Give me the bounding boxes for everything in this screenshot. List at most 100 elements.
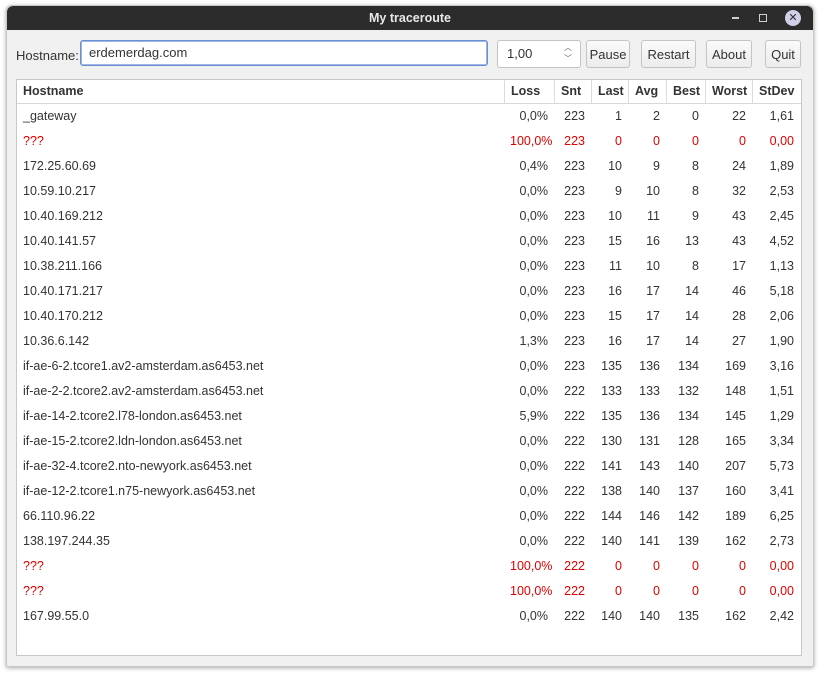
table-row[interactable]: 10.40.171.217 0,0% 223 16 17 14 46 5,18 (17, 279, 801, 304)
table-row[interactable]: if-ae-2-2.tcore2.av2-amsterdam.as6453.ne… (17, 379, 801, 404)
table-row[interactable]: 10.40.169.212 0,0% 223 10 11 9 43 2,45 (17, 204, 801, 229)
table-row[interactable]: _gateway 0,0% 223 1 2 0 22 1,61 (17, 104, 801, 129)
cell-stdev: 6,25 (769, 509, 794, 523)
cell-host: 10.38.211.166 (23, 259, 103, 273)
table-row[interactable]: if-ae-32-4.tcore2.nto-newyork.as6453.net… (17, 454, 801, 479)
cell-last: 16 (608, 334, 622, 348)
cell-stdev: 1,90 (769, 334, 794, 348)
minimize-icon (731, 17, 739, 19)
table-row[interactable]: ??? 100,0% 223 0 0 0 0 0,00 (17, 129, 801, 154)
cell-best: 0 (692, 109, 699, 123)
cell-best: 0 (692, 584, 699, 598)
cell-stdev: 0,00 (769, 559, 794, 573)
column-header-last[interactable]: Last (591, 80, 628, 103)
cell-host: if-ae-14-2.tcore2.l78-london.as6453.net (23, 409, 242, 423)
cell-stdev: 1,13 (769, 259, 794, 273)
table-row[interactable]: ??? 100,0% 222 0 0 0 0 0,00 (17, 579, 801, 604)
column-header-stdev[interactable]: StDev (752, 80, 800, 103)
window-title: My traceroute (369, 11, 451, 25)
cell-last: 133 (601, 384, 622, 398)
column-header-avg[interactable]: Avg (628, 80, 666, 103)
cell-loss: 0,0% (519, 484, 549, 498)
cell-last: 15 (608, 309, 622, 323)
cell-avg: 141 (639, 534, 660, 548)
interval-value[interactable]: 1,00 (507, 46, 532, 61)
column-header-snt[interactable]: Snt (554, 80, 591, 103)
cell-snt: 223 (564, 284, 585, 298)
cell-snt: 222 (564, 559, 585, 573)
cell-host: 138.197.244.35 (23, 534, 110, 548)
cell-loss: 0,0% (519, 209, 549, 223)
cell-worst: 207 (725, 459, 746, 473)
table-row[interactable]: if-ae-6-2.tcore1.av2-amsterdam.as6453.ne… (17, 354, 801, 379)
table-row[interactable]: 172.25.60.69 0,4% 223 10 9 8 24 1,89 (17, 154, 801, 179)
cell-snt: 223 (564, 334, 585, 348)
cell-avg: 16 (646, 234, 660, 248)
close-icon: ✕ (788, 12, 798, 24)
interval-spinbox[interactable]: 1,00 ︿ ﹀ (497, 40, 581, 68)
table-header: Hostname Loss Snt Last Avg Best Worst St… (17, 80, 801, 104)
cell-loss: 1,3% (519, 334, 549, 348)
maximize-button[interactable] (755, 10, 771, 26)
hostname-input[interactable]: erdemerdag.com (80, 40, 488, 66)
cell-avg: 140 (639, 609, 660, 623)
column-header-loss[interactable]: Loss (504, 80, 554, 103)
cell-snt: 222 (564, 459, 585, 473)
cell-worst: 43 (732, 209, 746, 223)
cell-worst: 17 (732, 259, 746, 273)
cell-best: 8 (692, 184, 699, 198)
cell-worst: 22 (732, 109, 746, 123)
table-row[interactable]: ??? 100,0% 222 0 0 0 0 0,00 (17, 554, 801, 579)
cell-stdev: 2,06 (769, 309, 794, 323)
table-row[interactable]: 10.40.141.57 0,0% 223 15 16 13 43 4,52 (17, 229, 801, 254)
table-row[interactable]: 138.197.244.35 0,0% 222 140 141 139 162 2,73 (17, 529, 801, 554)
cell-snt: 222 (564, 609, 585, 623)
table-row[interactable]: if-ae-14-2.tcore2.l78-london.as6453.net 5… (17, 404, 801, 429)
close-button[interactable]: ✕ (785, 10, 801, 26)
table-row[interactable]: 66.110.96.22 0,0% 222 144 146 142 189 6,25 (17, 504, 801, 529)
cell-last: 140 (601, 534, 622, 548)
chevron-up-icon[interactable]: ︿ (562, 43, 574, 53)
cell-worst: 160 (725, 484, 746, 498)
cell-host: _gateway (23, 109, 77, 123)
cell-best: 8 (692, 259, 699, 273)
cell-loss: 0,0% (519, 609, 549, 623)
table-row[interactable]: if-ae-15-2.tcore2.ldn-london.as6453.net 0… (17, 429, 801, 454)
cell-last: 15 (608, 234, 622, 248)
column-header-hostname[interactable]: Hostname (17, 80, 504, 103)
about-button[interactable]: About (706, 40, 752, 68)
cell-avg: 17 (646, 309, 660, 323)
column-header-worst[interactable]: Worst (705, 80, 752, 103)
cell-best: 9 (692, 209, 699, 223)
cell-stdev: 0,00 (769, 584, 794, 598)
cell-host: ??? (23, 559, 44, 573)
table-row[interactable]: 10.40.170.212 0,0% 223 15 17 14 28 2,06 (17, 304, 801, 329)
cell-worst: 148 (725, 384, 746, 398)
title-bar[interactable]: My traceroute ✕ (7, 6, 813, 30)
cell-snt: 223 (564, 134, 585, 148)
cell-last: 0 (615, 584, 622, 598)
cell-loss: 0,0% (519, 534, 549, 548)
restart-button[interactable]: Restart (641, 40, 696, 68)
table-row[interactable]: 10.36.6.142 1,3% 223 16 17 14 27 1,90 (17, 329, 801, 354)
cell-last: 16 (608, 284, 622, 298)
cell-host: 10.59.10.217 (23, 184, 96, 198)
results-table[interactable]: Hostname Loss Snt Last Avg Best Worst St… (16, 79, 802, 656)
cell-avg: 140 (639, 484, 660, 498)
cell-loss: 0,0% (519, 309, 549, 323)
table-row[interactable]: if-ae-12-2.tcore1.n75-newyork.as6453.net… (17, 479, 801, 504)
pause-button[interactable]: Pause (586, 40, 630, 68)
quit-button[interactable]: Quit (765, 40, 801, 68)
cell-best: 134 (678, 359, 699, 373)
table-row[interactable]: 167.99.55.0 0,0% 222 140 140 135 162 2,42 (17, 604, 801, 629)
table-row[interactable]: 10.38.211.166 0,0% 223 11 10 8 17 1,13 (17, 254, 801, 279)
column-header-best[interactable]: Best (666, 80, 705, 103)
cell-worst: 43 (732, 234, 746, 248)
minimize-button[interactable] (727, 10, 743, 26)
table-row[interactable]: 10.59.10.217 0,0% 223 9 10 8 32 2,53 (17, 179, 801, 204)
chevron-down-icon[interactable]: ﹀ (562, 54, 574, 64)
cell-best: 13 (685, 234, 699, 248)
cell-best: 134 (678, 409, 699, 423)
cell-stdev: 2,45 (769, 209, 794, 223)
cell-loss: 0,4% (519, 159, 549, 173)
